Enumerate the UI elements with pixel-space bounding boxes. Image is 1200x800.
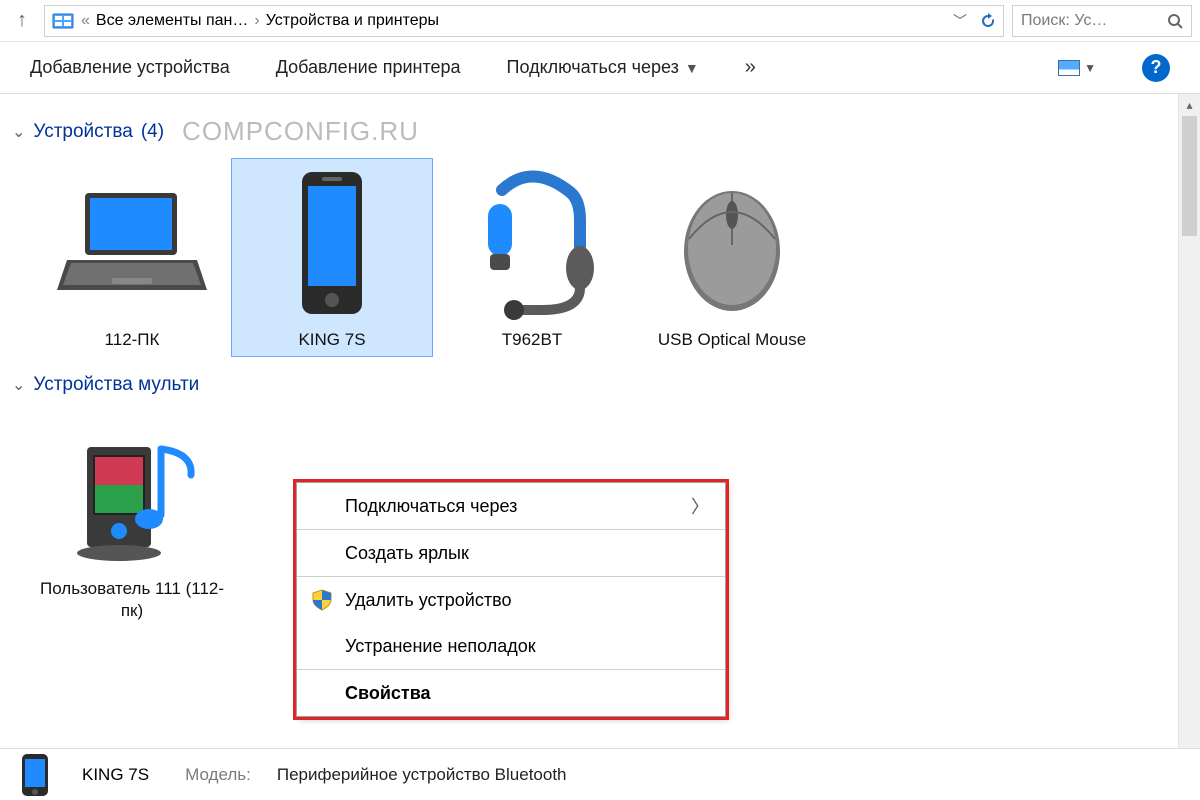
breadcrumb-prefix-icon: « — [81, 12, 90, 30]
context-connect-via[interactable]: Подключаться через 〉 — [297, 483, 725, 529]
view-mode-button[interactable]: ▼ — [1058, 60, 1096, 76]
mouse-icon — [652, 165, 812, 325]
context-troubleshoot[interactable]: Устранение неполадок — [297, 623, 725, 669]
media-player-icon — [52, 414, 212, 574]
context-menu: Подключаться через 〉 Создать ярлык Удали… — [296, 482, 726, 717]
device-item-headset[interactable]: T962BT — [432, 159, 632, 356]
uac-shield-icon — [311, 589, 333, 611]
device-item-media-player[interactable]: Пользователь 111 (112-пк) — [32, 408, 232, 627]
search-input[interactable]: Поиск: Ус… — [1012, 5, 1192, 37]
add-printer-button[interactable]: Добавление принтера — [276, 57, 461, 78]
laptop-icon — [52, 165, 212, 325]
group-title: Устройства — [33, 121, 132, 143]
breadcrumb-parent[interactable]: Все элементы пан… — [96, 12, 248, 30]
device-item-pc[interactable]: 112-ПК — [32, 159, 232, 356]
chevron-down-icon: ▼ — [1084, 61, 1096, 75]
device-item-mouse[interactable]: USB Optical Mouse — [632, 159, 832, 356]
command-toolbar: Добавление устройства Добавление принтер… — [0, 42, 1200, 94]
group-header-multimedia[interactable]: ⌄ Устройства мульти — [12, 374, 1188, 396]
context-item-label: Создать ярлык — [345, 543, 469, 564]
chevron-right-icon: › — [254, 12, 259, 30]
device-label: T962BT — [502, 329, 562, 350]
device-label: KING 7S — [298, 329, 365, 350]
selected-device-name: KING 7S — [82, 765, 149, 785]
connect-via-button[interactable]: Подключаться через ▼ — [507, 57, 699, 78]
bluetooth-headset-icon — [452, 165, 612, 325]
smartphone-icon — [18, 753, 62, 797]
context-create-shortcut[interactable]: Создать ярлык — [297, 530, 725, 576]
control-panel-icon — [51, 9, 75, 33]
thumbnail-view-icon — [1058, 60, 1080, 76]
nav-up-icon[interactable]: ↑ — [8, 7, 36, 35]
context-item-label: Свойства — [345, 683, 431, 704]
context-delete-device[interactable]: Удалить устройство — [297, 577, 725, 623]
chevron-down-icon: ⌄ — [12, 122, 25, 142]
context-item-label: Подключаться через — [345, 496, 517, 517]
chevron-down-icon: ▼ — [685, 60, 699, 76]
group-title: Устройства мульти — [33, 374, 199, 396]
toolbar-overflow-button[interactable]: » — [745, 56, 757, 79]
group-header-devices[interactable]: ⌄ Устройства (4) COMPCONFIG.RU — [12, 116, 1188, 147]
content-area: ⌄ Устройства (4) COMPCONFIG.RU 112-ПК — [0, 94, 1200, 748]
chevron-right-icon: 〉 — [691, 493, 709, 519]
device-label: Пользователь 111 (112-пк) — [38, 578, 226, 621]
device-label: USB Optical Mouse — [658, 329, 806, 350]
search-placeholder: Поиск: Ус… — [1021, 12, 1107, 30]
address-bar: ↑ « Все элементы пан… › Устройства и при… — [0, 0, 1200, 42]
search-icon[interactable] — [1167, 13, 1183, 29]
watermark-text: COMPCONFIG.RU — [182, 116, 419, 147]
model-label: Модель: — [185, 765, 251, 785]
help-icon[interactable]: ? — [1142, 54, 1170, 82]
add-device-button[interactable]: Добавление устройства — [30, 57, 230, 78]
context-item-label: Устранение неполадок — [345, 636, 536, 657]
breadcrumb[interactable]: « Все элементы пан… › Устройства и принт… — [44, 5, 1004, 37]
device-item-phone[interactable]: KING 7S — [232, 159, 432, 356]
breadcrumb-current[interactable]: Устройства и принтеры — [266, 12, 439, 30]
connect-via-label: Подключаться через — [507, 57, 679, 78]
context-properties[interactable]: Свойства — [297, 670, 725, 716]
details-pane: KING 7S Модель: Периферийное устройство … — [0, 748, 1200, 800]
smartphone-icon — [252, 165, 412, 325]
group-count: (4) — [141, 121, 164, 143]
address-dropdown-icon[interactable]: ﹀ — [953, 11, 967, 31]
chevron-down-icon: ⌄ — [12, 375, 25, 395]
device-label: 112-ПК — [105, 329, 160, 350]
refresh-icon[interactable] — [979, 12, 997, 30]
model-value: Периферийное устройство Bluetooth — [277, 765, 567, 785]
devices-row: 112-ПК KING 7S — [12, 159, 1188, 356]
context-item-label: Удалить устройство — [345, 590, 511, 611]
